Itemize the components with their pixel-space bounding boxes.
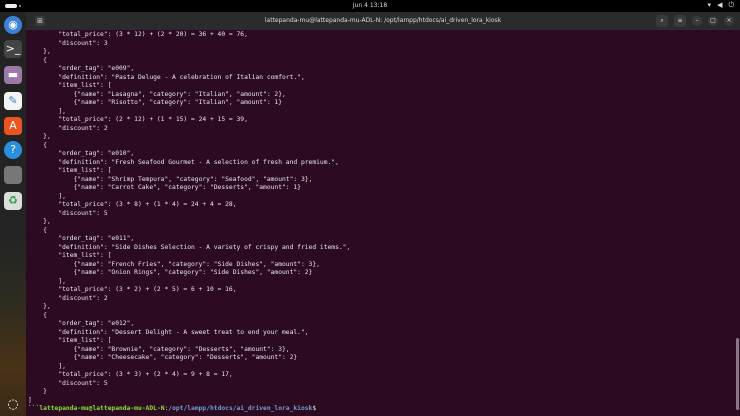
terminal-line: "definition": "Dessert Delight - A sweet… <box>28 328 309 336</box>
text-editor-icon[interactable]: ✎ <box>4 92 22 110</box>
terminal-line: }, <box>28 133 51 140</box>
maximize-icon[interactable]: □ <box>708 16 718 26</box>
prompt-user-host: lattepanda-mu@lattepanda-mu-ADL-N <box>39 405 165 412</box>
terminal-window: ⊞ lattepanda-mu@lattepanda-mu-ADL-N: /op… <box>26 12 740 416</box>
app-center-icon[interactable]: A <box>4 117 22 135</box>
terminal-icon[interactable]: >_ <box>4 40 22 58</box>
show-apps-icon[interactable]: ◌ <box>4 396 22 414</box>
terminal-line: { <box>28 226 47 234</box>
prompt-path: /opt/lampp/htdocs/ai_driven_lora_kiosk <box>168 405 313 412</box>
menu-icon[interactable]: ≡ <box>674 15 686 27</box>
terminal-line: "order_tag": "e009", <box>28 65 135 72</box>
terminal-line: "item_list": [ <box>28 167 112 174</box>
terminal-line: {"name": "French Fries", "category": "Si… <box>28 260 320 268</box>
terminal-line: { <box>28 311 47 319</box>
files-icon[interactable]: ▬ <box>4 66 22 84</box>
terminal-line: {"name": "Lasagna", "category": "Italian… <box>28 90 286 98</box>
terminal-line: "definition": "Pasta Deluge - A celebrat… <box>28 73 305 81</box>
terminal-line: "discount": 2 <box>28 124 108 132</box>
search-icon[interactable]: ⌕ <box>656 15 668 27</box>
terminal-line: { <box>28 141 47 149</box>
terminal-line: }, <box>28 303 51 310</box>
terminal-line: ], <box>28 192 66 200</box>
terminal-line: "discount": 5 <box>28 379 108 387</box>
terminal-line: "total_price": (3 * 8) + (1 * 4) = 24 + … <box>28 201 237 208</box>
terminal-line: "total_price": (3 * 12) + (2 * 20) = 36 … <box>28 31 248 38</box>
terminal-line: {"name": "Onion Rings", "category": "Sid… <box>28 269 313 276</box>
power-icon: ⏻ <box>728 1 734 9</box>
chromium-icon[interactable]: ◉ <box>4 16 22 34</box>
close-icon[interactable]: × <box>724 16 734 26</box>
terminal-line: "order_tag": "e011", <box>28 235 135 242</box>
terminal-line: }, <box>28 48 51 55</box>
help-icon[interactable]: ? <box>4 141 22 159</box>
prompt-symbol: $ <box>312 405 317 412</box>
terminal-line: "order_tag": "e010", <box>28 150 135 157</box>
terminal-line: "total_price": (2 * 12) + (1 * 15) = 24 … <box>28 116 248 123</box>
volume-icon: ◀ <box>717 1 723 9</box>
prompt-prefix: ``` <box>28 405 40 412</box>
terminal-line: ], <box>28 362 66 370</box>
clock[interactable]: Jun 4 13:18 <box>0 2 740 9</box>
terminal-line: { <box>28 56 47 64</box>
terminal-line: "order_tag": "e012", <box>28 320 135 327</box>
terminal-line: "total_price": (3 * 2) + (2 * 5) = 6 + 1… <box>28 286 237 293</box>
dock: ◉ >_ ▬ ✎ A ? ♻ ◌ <box>0 12 26 416</box>
terminal-output[interactable]: "total_price": (3 * 12) + (2 * 20) = 36 … <box>28 31 734 414</box>
terminal-line: {"name": "Brownie", "category": "Dessert… <box>28 345 290 353</box>
wifi-icon: ▾ <box>707 1 712 9</box>
top-bar: Jun 4 13:18 ▾ ◀ ⏻ <box>0 0 740 12</box>
minimize-icon[interactable]: – <box>692 16 702 26</box>
terminal-line: "discount": 2 <box>28 294 108 302</box>
window-title: lattepanda-mu@lattepanda-mu-ADL-N: /opt/… <box>264 17 502 24</box>
terminal-line: "definition": "Side Dishes Selection - A… <box>28 243 351 251</box>
terminal-line: {"name": "Cheesecake", "category": "Dess… <box>28 354 298 361</box>
terminal-line: ] <box>28 396 32 404</box>
terminal-line: ], <box>28 107 66 115</box>
disk-icon[interactable] <box>4 166 22 184</box>
trash-icon[interactable]: ♻ <box>4 192 22 210</box>
scrollbar[interactable] <box>736 338 739 410</box>
system-tray[interactable]: ▾ ◀ ⏻ <box>708 1 734 10</box>
terminal-line: {"name": "Carrot Cake", "category": "Des… <box>28 184 301 191</box>
terminal-line: "item_list": [ <box>28 252 112 259</box>
terminal-line: "item_list": [ <box>28 337 112 344</box>
terminal-line: "total_price": (3 * 3) + (2 * 4) = 9 + 8… <box>28 371 233 378</box>
terminal-line: "definition": "Fresh Seafood Gourmet - A… <box>28 158 339 166</box>
terminal-line: } <box>28 388 47 395</box>
terminal-line: {"name": "Risotto", "category": "Italian… <box>28 99 283 106</box>
terminal-line: ], <box>28 277 66 285</box>
terminal-line: {"name": "Shrimp Tempura", "category": "… <box>28 175 313 183</box>
terminal-line: }, <box>28 218 51 225</box>
shell-prompt: ```lattepanda-mu@lattepanda-mu-ADL-N:/op… <box>28 405 734 414</box>
terminal-line: "item_list": [ <box>28 82 112 89</box>
terminal-line: "discount": 5 <box>28 209 108 217</box>
title-bar: ⊞ lattepanda-mu@lattepanda-mu-ADL-N: /op… <box>26 12 740 30</box>
terminal-line: "discount": 3 <box>28 39 108 47</box>
